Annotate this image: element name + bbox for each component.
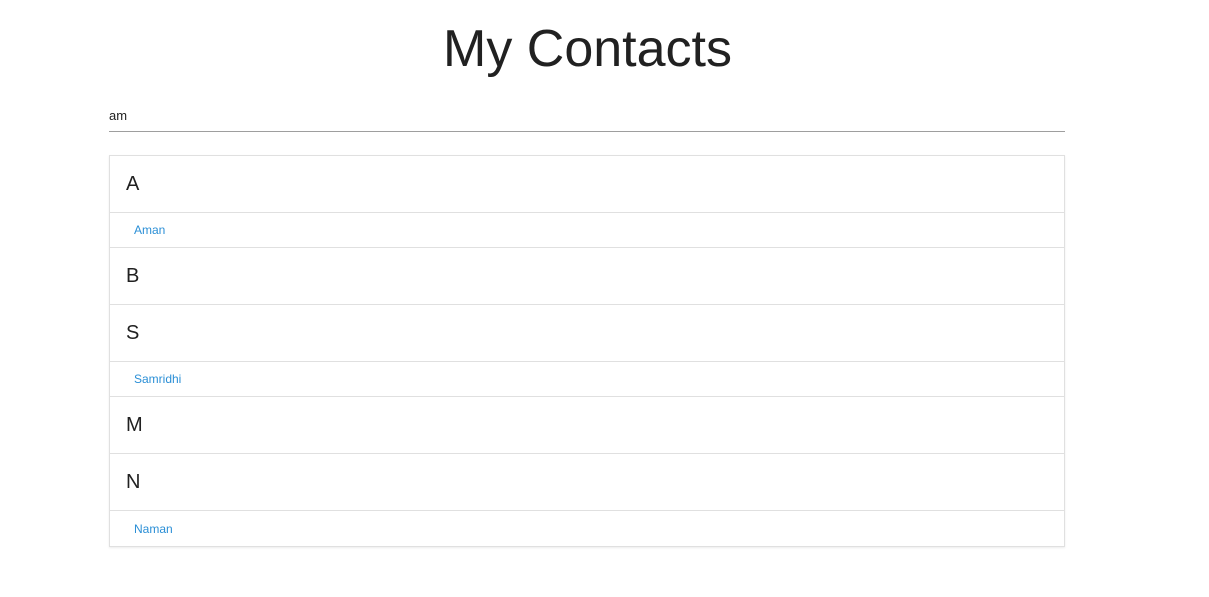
group-header-m: M	[110, 397, 1064, 454]
search-field[interactable]	[109, 100, 1065, 132]
group-header-n: N	[110, 454, 1064, 511]
group-header-b: B	[110, 248, 1064, 305]
page-title: My Contacts	[443, 20, 732, 78]
contact-item-naman[interactable]: Naman	[110, 511, 1064, 546]
group-header-s: S	[110, 305, 1064, 362]
contact-item-aman[interactable]: Aman	[110, 213, 1064, 248]
search-input[interactable]	[109, 106, 1065, 124]
contact-item-samridhi[interactable]: Samridhi	[110, 362, 1064, 397]
group-header-a: A	[110, 156, 1064, 213]
contacts-list: A Aman B S Samridhi M N Naman	[109, 155, 1065, 547]
